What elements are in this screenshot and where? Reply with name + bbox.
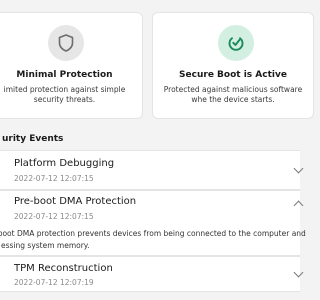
event-description-line: essing system memory. xyxy=(1,241,90,250)
event-timestamp: 2022-07-12 12:07:19 xyxy=(14,278,94,287)
card-description: imited protection against simple securit… xyxy=(3,85,126,104)
event-title: TPM Reconstruction xyxy=(14,263,113,274)
shield-icon xyxy=(58,34,74,52)
power-check-icon-container xyxy=(218,25,254,61)
event-title: Pre-boot DMA Protection xyxy=(14,196,137,207)
power-check-icon xyxy=(228,37,244,51)
event-description-line: -boot DMA protection prevents devices fr… xyxy=(0,229,306,238)
event-timestamp: 2022-07-12 12:07:15 xyxy=(14,212,94,221)
event-title: Platform Debugging xyxy=(14,158,115,169)
event-description: -boot DMA protection prevents devices fr… xyxy=(0,228,306,252)
chevron-down-icon[interactable] xyxy=(293,267,304,278)
card-title: Secure Boot is Active xyxy=(179,70,287,80)
chevron-down-icon[interactable] xyxy=(293,163,304,174)
secure-boot-card: Secure Boot is Active Protected against … xyxy=(152,12,314,119)
card-description: Protected against malicious software whe… xyxy=(163,85,303,104)
event-item-preboot-dma[interactable]: Pre-boot DMA Protection 2022-07-12 12:07… xyxy=(0,190,306,256)
event-item-tpm-reconstruction[interactable]: TPM Reconstruction 2022-07-12 12:07:19 xyxy=(0,256,304,292)
chevron-up-icon[interactable] xyxy=(293,200,304,211)
minimal-protection-card: Minimal Protection imited protection aga… xyxy=(0,12,143,119)
event-timestamp: 2022-07-12 12:07:15 xyxy=(14,174,94,183)
event-item-platform-debugging[interactable]: Platform Debugging 2022-07-12 12:07:15 xyxy=(0,150,304,190)
shield-icon-container xyxy=(48,25,84,61)
security-events-heading: urity Events xyxy=(2,134,64,144)
card-title: Minimal Protection xyxy=(16,70,113,80)
